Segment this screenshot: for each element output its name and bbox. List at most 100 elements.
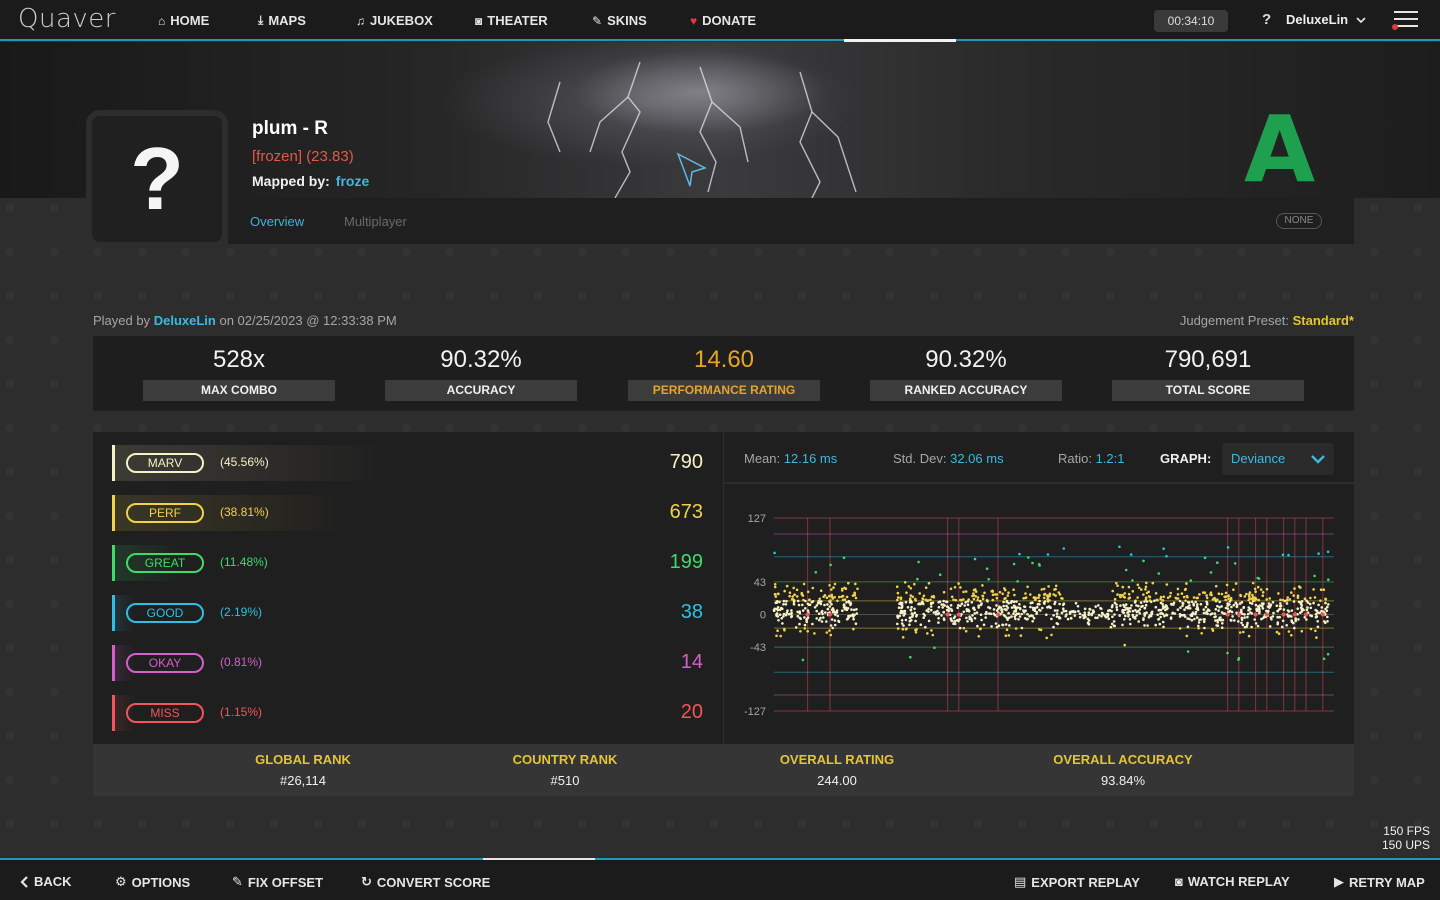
judgement-name: GOOD xyxy=(126,603,204,623)
watch-replay-button[interactable]: ◙ WATCH REPLAY xyxy=(1175,874,1290,889)
back-button[interactable]: BACK xyxy=(20,874,72,889)
hit-point xyxy=(945,608,949,612)
hit-point xyxy=(781,607,784,611)
menu-icon[interactable] xyxy=(1392,11,1418,31)
hit-point xyxy=(1192,596,1196,599)
hit-point xyxy=(788,591,792,594)
hit-point xyxy=(1110,622,1114,626)
y-tick-label: 43 xyxy=(754,577,766,589)
hit-point xyxy=(1234,582,1238,585)
hit-point xyxy=(1268,625,1272,628)
hit-point xyxy=(1137,609,1140,613)
hit-point xyxy=(1200,632,1203,635)
hit-point xyxy=(1133,600,1137,603)
hit-point xyxy=(971,614,974,617)
tab-multiplayer[interactable]: Multiplayer xyxy=(344,214,407,229)
hit-point xyxy=(1002,604,1005,608)
hit-point xyxy=(1297,618,1300,621)
y-tick-label: 0 xyxy=(760,610,766,622)
help-icon[interactable]: ? xyxy=(1262,11,1271,28)
graph-type-dropdown[interactable]: Deviance xyxy=(1222,443,1334,475)
hit-point xyxy=(1145,600,1149,603)
hit-deviance-graph-panel: Mean: 12.16 ms Std. Dev: 32.06 ms Ratio:… xyxy=(724,432,1354,744)
hit-point xyxy=(986,599,989,603)
hit-point xyxy=(1262,602,1265,605)
hit-point xyxy=(838,595,841,599)
mapper-link[interactable]: froze xyxy=(336,173,369,189)
player-link[interactable]: DeluxeLin xyxy=(154,313,216,328)
nav-maps[interactable]: ⤓ MAPS xyxy=(258,13,306,28)
judgement-percent: (38.81%) xyxy=(220,505,269,519)
hit-point xyxy=(946,605,949,608)
judgement-name: PERF xyxy=(126,503,204,523)
hit-point xyxy=(1146,624,1149,627)
hit-point xyxy=(1300,604,1304,607)
hit-point xyxy=(800,593,804,596)
hit-point xyxy=(909,608,913,612)
global-rank-value: #26,114 xyxy=(279,773,327,788)
hit-point xyxy=(1285,624,1288,627)
hit-point xyxy=(899,597,903,600)
hit-point xyxy=(783,589,786,593)
hit-point xyxy=(1210,612,1214,615)
hit-point xyxy=(1186,650,1190,653)
retry-map-label: RETRY MAP xyxy=(1349,874,1425,890)
hit-point xyxy=(1042,593,1046,596)
hit-point xyxy=(1205,600,1208,604)
hit-point xyxy=(1050,633,1053,637)
nav-jukebox[interactable]: ♫ JUKEBOX xyxy=(356,13,433,28)
hit-point xyxy=(1081,614,1084,617)
hit-point xyxy=(1089,608,1092,611)
tab-overview[interactable]: Overview xyxy=(250,214,304,229)
hit-point xyxy=(1199,602,1203,606)
hit-point xyxy=(1053,602,1056,606)
user-menu[interactable]: DeluxeLin xyxy=(1286,12,1366,27)
hit-point xyxy=(785,584,789,588)
hit-point xyxy=(1160,611,1163,615)
hit-point xyxy=(1127,609,1131,613)
hit-point xyxy=(976,624,979,628)
hit-point xyxy=(1290,609,1294,612)
preset-value[interactable]: Standard* xyxy=(1293,313,1354,328)
hit-point xyxy=(1062,607,1065,610)
hit-point xyxy=(973,557,977,561)
hit-point xyxy=(808,598,811,601)
hit-point xyxy=(1078,615,1082,619)
hit-point xyxy=(1017,612,1020,615)
options-button[interactable]: ⚙ OPTIONS xyxy=(115,874,190,890)
retry-map-button[interactable]: ▶ RETRY MAP xyxy=(1334,874,1425,890)
hit-point xyxy=(1178,599,1182,603)
hit-point xyxy=(845,601,848,604)
hit-point xyxy=(1309,606,1313,610)
hit-point xyxy=(776,629,779,632)
hit-point xyxy=(991,598,995,602)
nav-home[interactable]: ⌂ HOME xyxy=(158,13,209,28)
hit-point xyxy=(1317,603,1320,607)
quaver-logo[interactable]: Quaver xyxy=(18,4,116,34)
hit-point xyxy=(1087,613,1090,617)
nav-skins[interactable]: ✎ SKINS xyxy=(592,13,647,28)
hit-point xyxy=(1197,626,1200,630)
hit-point xyxy=(1073,614,1077,617)
hit-point xyxy=(1183,615,1187,618)
hit-point xyxy=(933,646,936,649)
played-date: on 02/25/2023 @ 12:33:38 PM xyxy=(219,313,397,328)
hit-point xyxy=(982,623,986,627)
hit-point xyxy=(1142,617,1145,620)
hit-point xyxy=(1121,585,1125,589)
hit-point xyxy=(1265,587,1269,591)
hit-point xyxy=(796,614,800,618)
country-rank: COUNTRY RANK #510 xyxy=(505,752,625,788)
convert-score-button[interactable]: ↻ CONVERT SCORE xyxy=(361,874,490,890)
hit-point xyxy=(908,623,911,627)
hit-point xyxy=(1216,604,1219,608)
hit-point xyxy=(937,621,940,624)
hit-point xyxy=(782,599,786,603)
nav-donate[interactable]: ♥ DONATE xyxy=(690,13,756,28)
export-replay-button[interactable]: ▤ EXPORT REPLAY xyxy=(1014,874,1140,890)
hit-point xyxy=(794,626,798,629)
fix-offset-button[interactable]: ✎ FIX OFFSET xyxy=(232,874,323,890)
hit-point xyxy=(1300,600,1304,603)
stat-performance-rating: 14.60 PERFORMANCE RATING xyxy=(628,346,820,401)
nav-theater[interactable]: ◙ THEATER xyxy=(475,13,548,28)
